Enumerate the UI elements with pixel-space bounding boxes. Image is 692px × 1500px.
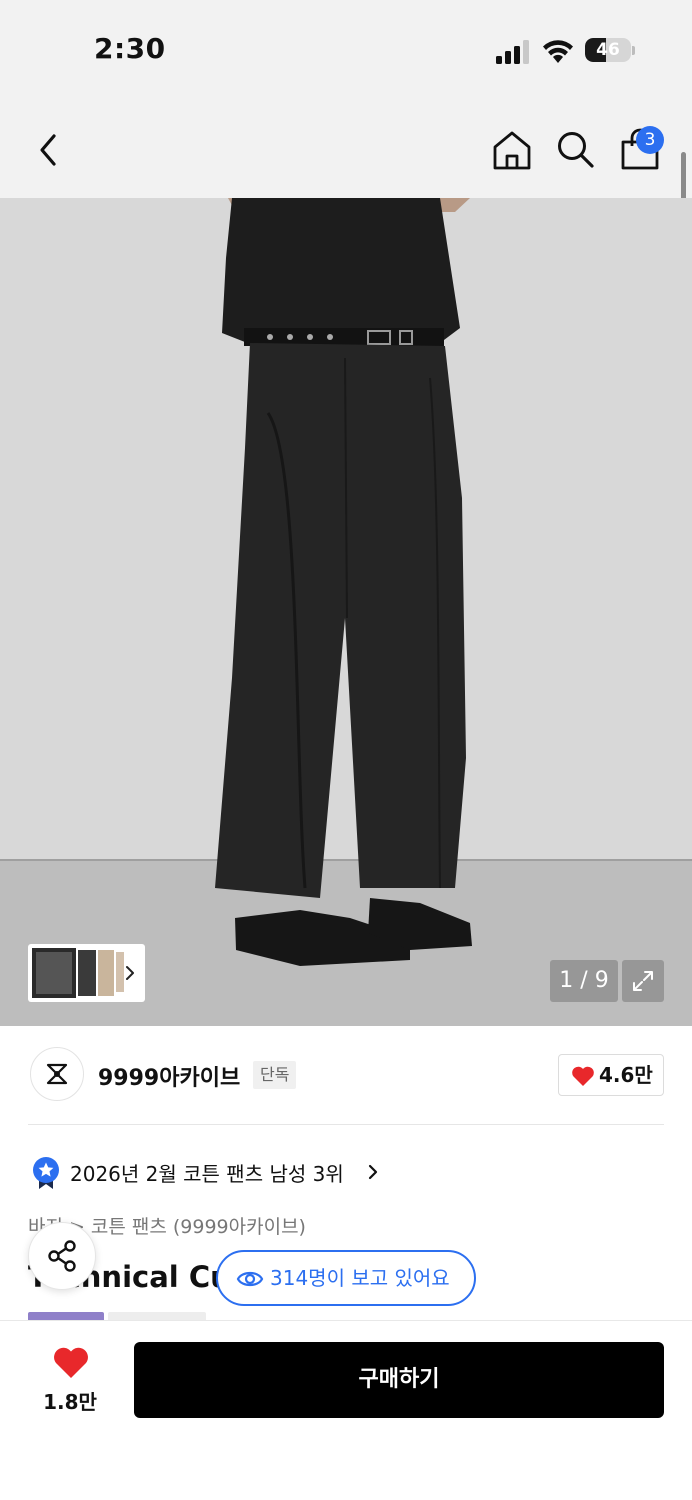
back-icon[interactable] — [30, 130, 70, 170]
chevron-right-icon[interactable] — [366, 1162, 380, 1182]
expand-button[interactable] — [622, 960, 664, 1002]
battery-icon: 46 — [585, 38, 631, 62]
heart-icon — [572, 1066, 594, 1086]
eye-icon — [236, 1271, 264, 1287]
wifi-icon — [543, 40, 573, 63]
battery-cap — [632, 46, 635, 55]
ranking-badge-icon — [33, 1157, 59, 1189]
divider — [28, 1124, 664, 1125]
exclusive-tag: 단독 — [253, 1061, 297, 1089]
chevron-right-icon[interactable] — [124, 965, 136, 981]
home-icon[interactable] — [490, 128, 534, 172]
product-like-count: 1.8만 — [43, 1390, 97, 1414]
cellular-signal-icon — [496, 40, 529, 64]
breadcrumb-item[interactable]: 코튼 팬츠 — [91, 1216, 167, 1238]
viewers-text: 314명이 보고 있어요 — [270, 1266, 450, 1290]
search-icon[interactable] — [554, 128, 596, 170]
share-icon — [48, 1240, 76, 1272]
product-hero-image[interactable] — [0, 198, 692, 1026]
status-bar: 2:30 46 — [0, 0, 692, 100]
product-tag-chip — [108, 1312, 206, 1320]
viewers-indicator: 314명이 보고 있어요 — [216, 1250, 476, 1306]
battery-level: 46 — [596, 40, 620, 60]
brand-logo[interactable] — [30, 1047, 84, 1101]
image-counter: 1 / 9 — [550, 960, 618, 1002]
breadcrumb-item[interactable]: (9999아카이브) — [173, 1216, 306, 1238]
heart-icon[interactable] — [52, 1346, 90, 1380]
share-button[interactable] — [28, 1222, 96, 1290]
brand-name[interactable]: 9999아카이브 — [98, 1060, 240, 1092]
brand-like-count: 4.6만 — [599, 1063, 653, 1087]
buy-button[interactable]: 구매하기 — [134, 1342, 664, 1418]
top-navigation — [0, 100, 692, 198]
product-tag-chip — [28, 1312, 104, 1320]
ranking-text[interactable]: 2026년 2월 코튼 팬츠 남성 3위 — [70, 1158, 344, 1187]
brand-logo-icon — [46, 1063, 68, 1085]
thumbnail-strip[interactable] — [28, 944, 145, 1002]
status-time: 2:30 — [94, 32, 166, 65]
cart-count-badge: 3 — [636, 126, 664, 154]
product-photo — [0, 198, 692, 1026]
brand-like-button[interactable]: 4.6만 — [558, 1054, 664, 1096]
expand-icon — [633, 971, 653, 991]
